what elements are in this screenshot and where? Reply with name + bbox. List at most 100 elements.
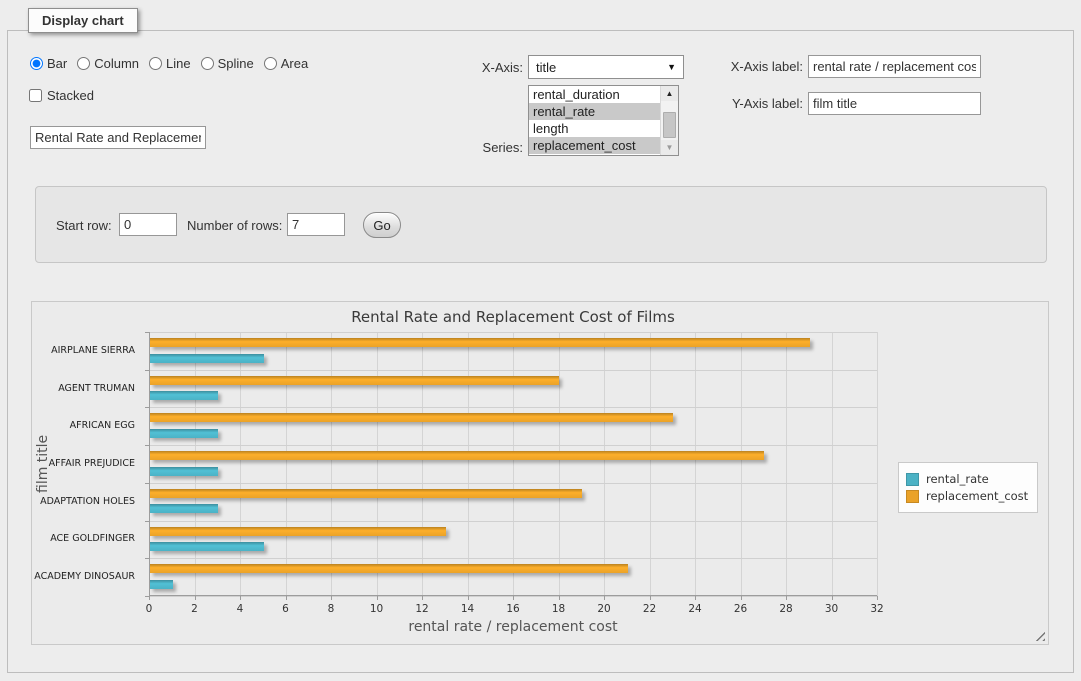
x-axis-select-label: X-Axis: [448,60,523,75]
series-option[interactable]: replacement_cost [529,137,660,154]
bar-rental_rate [150,580,173,589]
start-row-label: Start row: [56,218,112,233]
chart-type-column[interactable]: Column [77,56,139,71]
chart-type-column-radio[interactable] [77,57,90,70]
x-tick-label: 2 [180,603,210,615]
gridline [422,332,423,596]
chart-type-bar-label: Bar [47,56,67,71]
category-label: ADAPTATION HOLES [0,496,135,507]
chart-type-area[interactable]: Area [264,56,308,71]
gridline [877,332,878,596]
stacked-checkbox[interactable] [29,89,42,102]
gridline [741,332,742,596]
x-tick-label: 18 [544,603,574,615]
bar-rental_rate [150,391,218,400]
y-tick-mark [145,407,149,408]
x-axis-select[interactable]: title ▼ [528,55,684,79]
gridline [331,332,332,596]
y-tick-mark [145,558,149,559]
chart-type-line[interactable]: Line [149,56,191,71]
gridline [377,332,378,596]
x-tick-mark [331,596,332,600]
category-labels: AIRPLANE SIERRAAGENT TRUMANAFRICAN EGGAF… [46,332,142,596]
gridline [650,332,651,596]
series-options: rental_durationrental_ratelengthreplacem… [529,86,660,155]
category-label: AFFAIR PREJUDICE [0,458,135,469]
gridline [149,445,877,446]
bar-replacement_cost [150,489,582,498]
series-option[interactable]: rental_duration [529,86,660,103]
gridline [286,332,287,596]
scroll-down-icon[interactable]: ▼ [661,140,678,155]
gridline [149,407,877,408]
chart-type-bar[interactable]: Bar [30,56,67,71]
y-axis-label-input[interactable] [808,92,981,115]
x-axis-label-input[interactable] [808,55,981,78]
chart-type-line-radio[interactable] [149,57,162,70]
chart-type-spline-radio[interactable] [201,57,214,70]
chart-title: Rental Rate and Replacement Cost of Film… [149,308,877,326]
series-option[interactable]: length [529,120,660,137]
stacked-checkbox-row[interactable]: Stacked [29,88,94,103]
plot-area [149,332,877,596]
gridline [195,332,196,596]
dropdown-arrow-icon: ▼ [667,62,676,72]
y-tick-mark [145,445,149,446]
series-scrollbar[interactable]: ▲ ▼ [660,86,678,155]
bar-rental_rate [150,429,218,438]
bar-replacement_cost [150,413,673,422]
x-tick-label: 28 [771,603,801,615]
bar-rental_rate [150,354,264,363]
chart-type-line-label: Line [166,56,191,71]
x-tick-mark [559,596,560,600]
number-of-rows-input[interactable] [287,213,345,236]
x-tick-mark [741,596,742,600]
x-tick-mark [650,596,651,600]
legend-entry: rental_rate [906,472,1028,486]
start-row-input[interactable] [119,213,177,236]
row-controls-panel: Start row: Number of rows: Go [35,186,1047,263]
x-tick-mark [468,596,469,600]
series-option[interactable]: rental_rate [529,103,660,120]
x-tick-mark [513,596,514,600]
chart-type-column-label: Column [94,56,139,71]
x-tick-mark [786,596,787,600]
chart-title-input[interactable] [30,126,206,149]
x-tick-mark [286,596,287,600]
axis-left [149,332,150,596]
series-listbox[interactable]: rental_durationrental_ratelengthreplacem… [528,85,679,156]
scrollbar-thumb[interactable] [663,112,676,138]
category-label: ACE GOLDFINGER [0,533,135,544]
gridline [149,558,877,559]
legend-entry: replacement_cost [906,489,1028,503]
bar-replacement_cost [150,527,446,536]
resize-handle-icon[interactable] [1034,630,1045,641]
gridline [240,332,241,596]
chart-legend: rental_rate replacement_cost [898,462,1038,513]
x-tick-mark [149,596,150,600]
x-tick-mark [240,596,241,600]
scroll-up-icon[interactable]: ▲ [661,86,678,101]
chart-type-spline-label: Spline [218,56,254,71]
y-axis-label-caption: Y-Axis label: [715,96,803,111]
gridline [695,332,696,596]
chart-type-area-radio[interactable] [264,57,277,70]
chart-type-spline[interactable]: Spline [201,56,254,71]
legend-label: rental_rate [926,472,989,486]
x-tick-label: 12 [407,603,437,615]
category-label: ACADEMY DINOSAUR [0,571,135,582]
go-button[interactable]: Go [363,212,401,238]
bar-rental_rate [150,467,218,476]
stacked-label: Stacked [47,88,94,103]
chart-type-bar-radio[interactable] [30,57,43,70]
x-tick-mark [377,596,378,600]
chart-x-axis-title: rental rate / replacement cost [149,619,877,635]
y-tick-mark [145,521,149,522]
bar-replacement_cost [150,451,764,460]
x-tick-mark [604,596,605,600]
bar-rental_rate [150,542,264,551]
x-axis-selected-value: title [536,60,556,75]
y-tick-mark [145,596,149,597]
y-tick-mark [145,370,149,371]
gridline [832,332,833,596]
